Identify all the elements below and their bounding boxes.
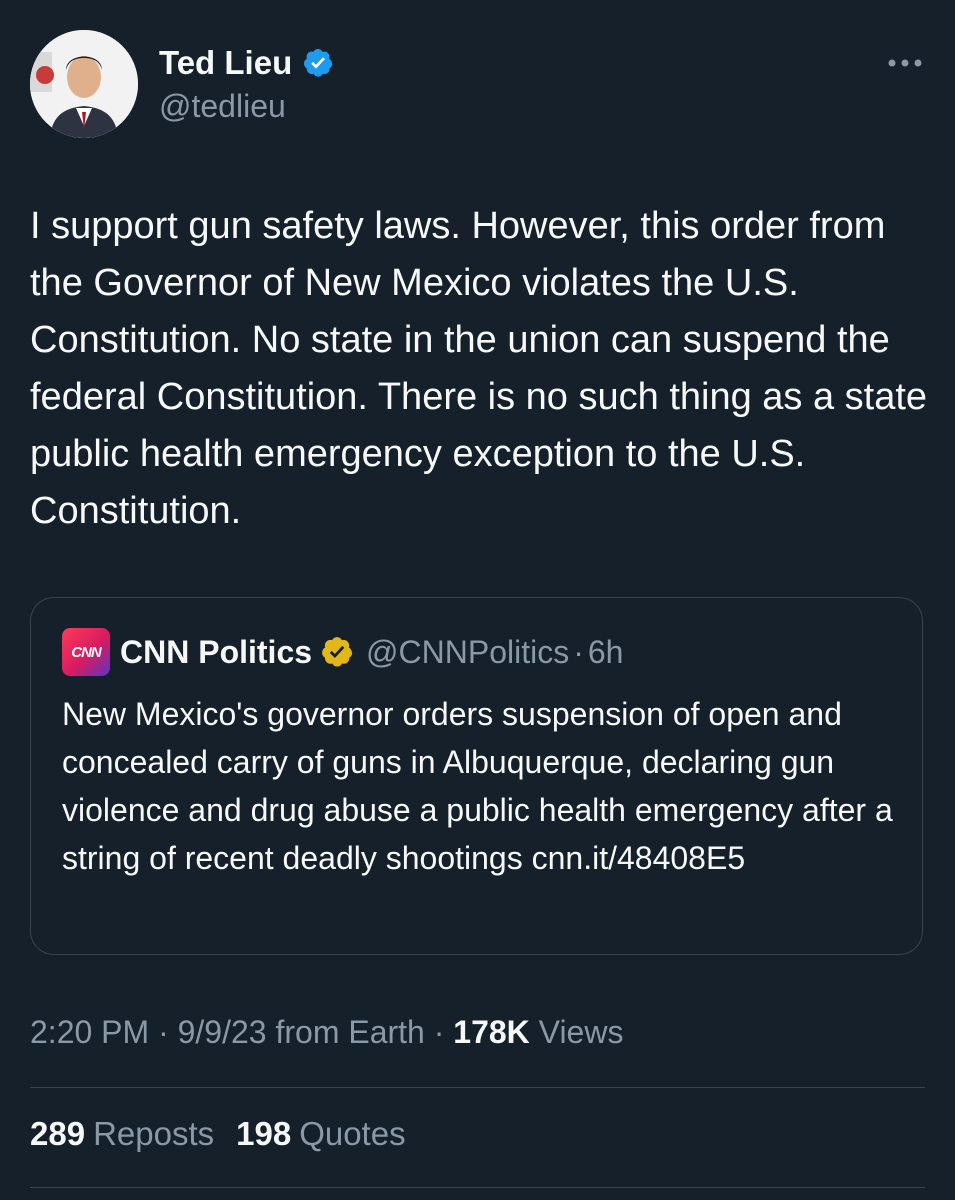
quoted-tweet-header: CNN CNN Politics @CNNPolitics · 6h	[62, 628, 624, 676]
reposts-label: Reposts	[93, 1115, 215, 1152]
tweet-metadata: 2:20 PM · 9/9/23 from Earth · 178K Views	[30, 1014, 623, 1051]
quoted-tweet-card[interactable]: CNN CNN Politics @CNNPolitics · 6h New M…	[30, 597, 923, 955]
tweet-text: I support gun safety laws. However, this…	[30, 205, 928, 532]
reposts-count: 289	[30, 1115, 86, 1152]
cnn-logo-icon: CNN	[71, 643, 101, 661]
quotes-count: 198	[236, 1115, 292, 1152]
meta-separator: ·	[433, 1014, 445, 1050]
quoted-author-name[interactable]: CNN Politics	[120, 634, 312, 671]
tweet-time[interactable]: 2:20 PM	[30, 1014, 149, 1050]
views-count: 178K	[453, 1014, 530, 1050]
author-handle[interactable]: @tedlieu	[159, 88, 286, 125]
author-name-row: Ted Lieu	[159, 40, 334, 86]
more-dots-icon	[888, 59, 922, 67]
verified-org-badge-icon	[322, 637, 353, 667]
divider	[30, 1087, 925, 1088]
quotes-label: Quotes	[299, 1115, 406, 1152]
tweet-container: Ted Lieu @tedlieu I support gun safety l…	[0, 0, 955, 1200]
views-label: Views	[538, 1014, 624, 1050]
quoted-tweet-text: New Mexico's governor orders suspension …	[62, 696, 893, 876]
quotes-stat[interactable]: 198 Quotes	[236, 1115, 405, 1153]
author-avatar[interactable]	[30, 30, 138, 138]
reposts-stat[interactable]: 289 Reposts	[30, 1115, 214, 1153]
quoted-timestamp[interactable]: 6h	[588, 634, 624, 671]
quoted-separator: ·	[573, 633, 584, 670]
verified-badge-icon	[304, 49, 333, 77]
tweet-source: from Earth	[275, 1014, 425, 1050]
cnn-politics-avatar[interactable]: CNN	[62, 628, 110, 676]
divider	[30, 1187, 925, 1188]
tweet-date[interactable]: 9/9/23	[178, 1014, 267, 1050]
more-options-button[interactable]	[885, 48, 925, 78]
avatar-photo-icon	[30, 30, 138, 138]
engagement-stats: 289 Reposts 198 Quotes	[30, 1115, 406, 1153]
quoted-author-handle[interactable]: @CNNPolitics	[366, 634, 569, 671]
author-name[interactable]: Ted Lieu	[159, 44, 292, 82]
meta-separator: ·	[158, 1014, 169, 1050]
